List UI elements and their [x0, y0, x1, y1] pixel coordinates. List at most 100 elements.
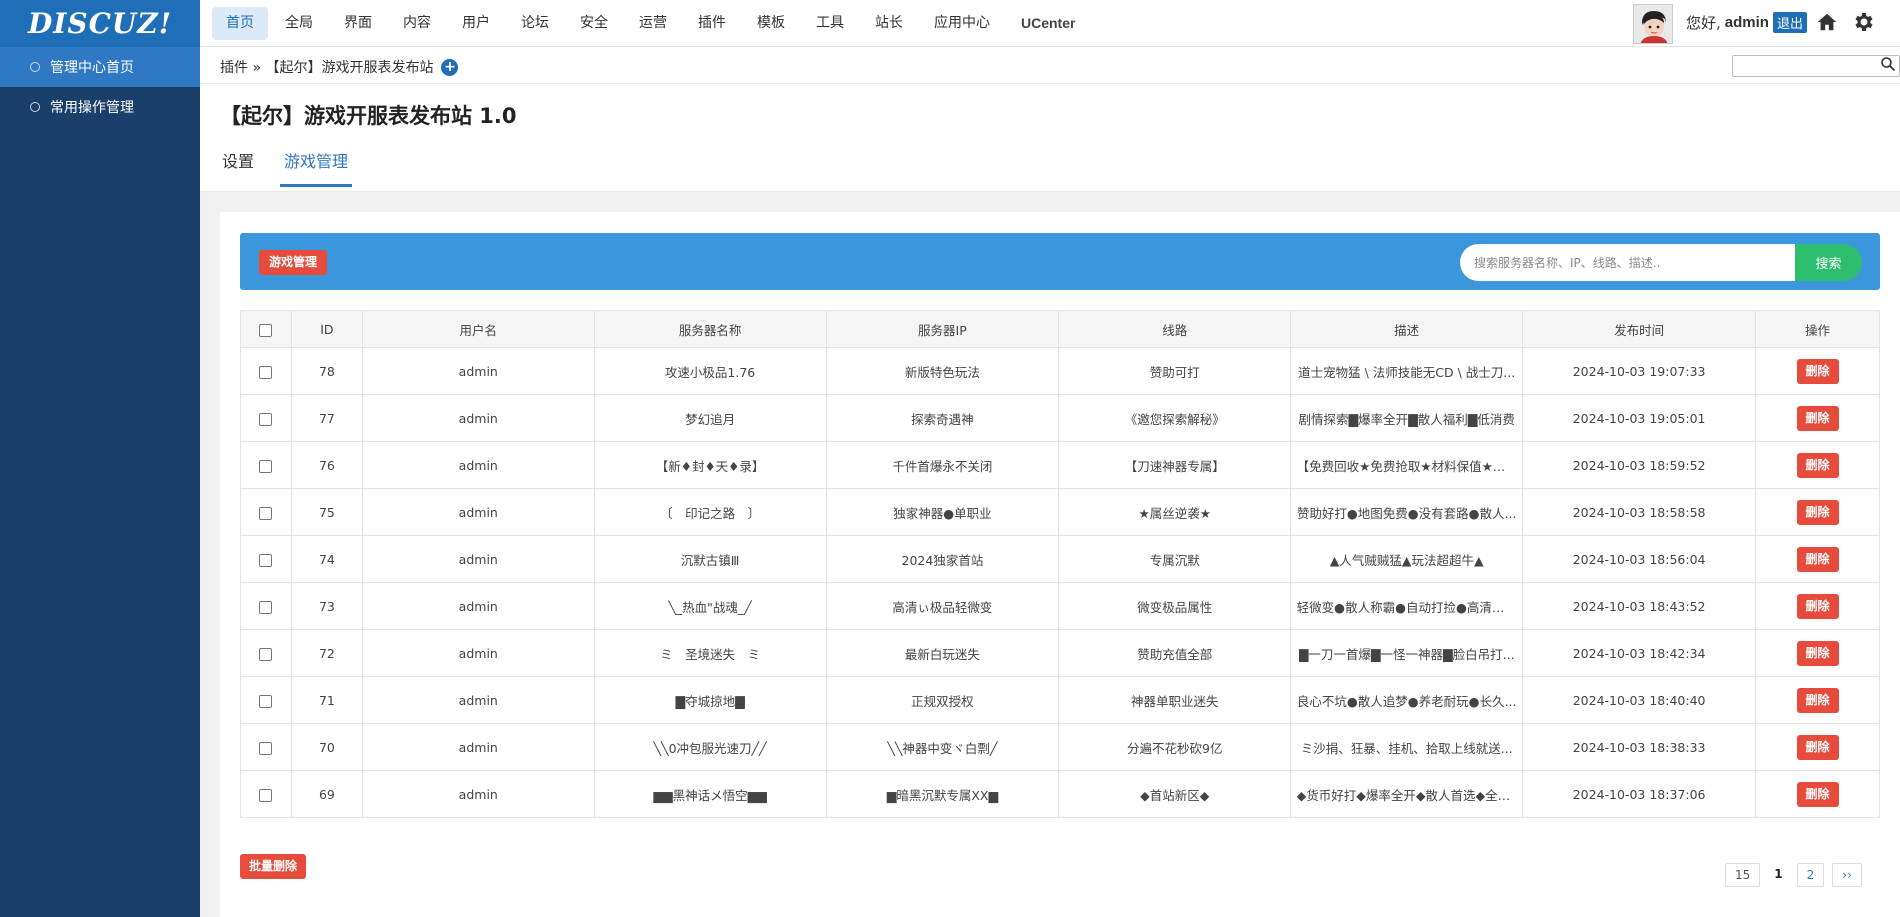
description-text: 道士宠物猛 \ 法师技能无CD \ 战士刀...	[1298, 364, 1516, 380]
delete-button[interactable]: 删除	[1796, 499, 1839, 525]
description-text: 良心不坑●散人追梦●养老耐玩●长久...	[1296, 693, 1517, 709]
table-body: 78 admin 攻速小极品1.76 新版特色玩法 赞助可打 道士宠物猛 \ 法师技能无C…	[240, 347, 1880, 818]
add-shortcut-icon[interactable]: +	[441, 58, 459, 76]
tab-settings[interactable]: 设置	[220, 148, 256, 187]
delete-button[interactable]: 删除	[1796, 593, 1839, 619]
gear-icon[interactable]	[1851, 10, 1875, 34]
row-select-cell	[240, 535, 292, 583]
row-checkbox[interactable]	[259, 694, 273, 708]
desc-cell: 【免费回收★免费抢取★材料保值★装...	[1290, 441, 1524, 489]
line-cell: ◆首站新区◆	[1058, 770, 1292, 818]
header-select-all	[240, 310, 292, 348]
row-checkbox[interactable]	[259, 365, 273, 379]
line-cell: 神器单职业迷失	[1058, 676, 1292, 724]
pagination-next[interactable]: ››	[1832, 863, 1862, 887]
desc-cell: 剧情探索▇爆率全开▇散人福利▇低消费	[1290, 394, 1524, 442]
section-label: 游戏管理	[259, 250, 328, 275]
username-cell: admin	[361, 488, 595, 536]
row-select-cell	[240, 770, 292, 818]
nav-ucenter[interactable]: UCenter	[1007, 7, 1089, 40]
delete-button[interactable]: 删除	[1796, 358, 1839, 384]
discuz-logo[interactable]: DISCUZ!	[0, 0, 200, 47]
nav-forum[interactable]: 论坛	[507, 7, 563, 40]
row-checkbox[interactable]	[259, 600, 273, 614]
username-cell: admin	[361, 394, 595, 442]
line-cell: 《邀您探索解秘》	[1058, 394, 1292, 442]
row-checkbox[interactable]	[259, 647, 273, 661]
sidebar-item-admin-home[interactable]: 管理中心首页	[0, 47, 200, 87]
table-row: 78 admin 攻速小极品1.76 新版特色玩法 赞助可打 道士宠物猛 \ 法师技能无C…	[240, 347, 1880, 395]
publish-time-cell: 2024-10-03 18:38:33	[1522, 723, 1757, 771]
row-checkbox[interactable]	[259, 506, 273, 520]
publish-time-cell: 2024-10-03 18:40:40	[1522, 676, 1757, 724]
nav-user[interactable]: 用户	[448, 7, 504, 40]
column-header: 服务器IP	[825, 310, 1060, 348]
row-checkbox[interactable]	[259, 412, 273, 426]
username-cell: admin	[361, 347, 595, 395]
row-checkbox[interactable]	[259, 459, 273, 473]
home-icon[interactable]	[1816, 11, 1838, 33]
nav-home[interactable]: 首页	[212, 7, 268, 40]
row-checkbox[interactable]	[259, 788, 273, 802]
nav-plugin[interactable]: 插件	[684, 7, 740, 40]
nav-founder[interactable]: 站长	[861, 7, 917, 40]
server-ip-cell: 2024独家首站	[825, 535, 1060, 583]
publish-time-cell: 2024-10-03 19:07:33	[1522, 347, 1757, 395]
nav-content[interactable]: 内容	[389, 7, 445, 40]
id-cell: 72	[290, 629, 363, 677]
avatar[interactable]	[1633, 4, 1673, 44]
select-all-checkbox[interactable]	[259, 323, 273, 337]
table-row: 70 admin ╲╲0冲包服光速刀╱╱ ╲╲神器中变ヾ白剽╱ 分遍不花秒砍9亿 ミ沙捐、…	[240, 723, 1880, 771]
pagination-current-page: 1	[1768, 863, 1789, 887]
nav-template[interactable]: 模板	[743, 7, 799, 40]
server-search-input[interactable]	[1460, 244, 1795, 281]
row-checkbox[interactable]	[259, 553, 273, 567]
server-ip-cell: 千件首爆永不关闭	[825, 441, 1060, 489]
delete-button[interactable]: 删除	[1796, 546, 1839, 572]
nav-tools[interactable]: 工具	[802, 7, 858, 40]
line-cell: ★属丝逆袭★	[1058, 488, 1292, 536]
publish-time-cell: 2024-10-03 18:59:52	[1522, 441, 1757, 489]
nav-safe[interactable]: 安全	[566, 7, 622, 40]
table-row: 73 admin ╲_热血"战魂_╱ 高清ぃ极品轻微变 微变极品属性 轻微变●散人称霸●自…	[240, 582, 1880, 630]
delete-button[interactable]: 删除	[1796, 734, 1839, 760]
desc-cell: ▲人气贼贼猛▲玩法超超牛▲	[1290, 535, 1524, 583]
batch-delete-button[interactable]: 批量删除	[240, 854, 307, 879]
table-row: 72 admin ミ 圣境迷失 ミ最新白玩迷失 赞助充值全部 ▇一刀一首爆▇一怪一神器▇…	[240, 629, 1880, 677]
logout-link[interactable]: 退出	[1772, 12, 1807, 33]
delete-button[interactable]: 删除	[1796, 405, 1839, 431]
row-checkbox[interactable]	[259, 741, 273, 755]
column-header: ID	[290, 310, 363, 348]
server-name-cell: 梦幻追月	[593, 394, 827, 442]
description-text: 【免费回收★免费抢取★材料保值★装...	[1296, 458, 1517, 474]
server-ip-cell: 正规双授权	[825, 676, 1060, 724]
delete-button[interactable]: 删除	[1796, 452, 1839, 478]
sidebar-item-common-ops[interactable]: 常用操作管理	[0, 87, 200, 127]
delete-button[interactable]: 删除	[1796, 781, 1839, 807]
delete-button[interactable]: 删除	[1796, 640, 1839, 666]
row-select-cell	[240, 347, 292, 395]
row-select-cell	[240, 629, 292, 677]
delete-button[interactable]: 删除	[1796, 687, 1839, 713]
search-button[interactable]: 搜索	[1795, 244, 1862, 281]
username-cell: admin	[361, 535, 595, 583]
row-select-cell	[240, 488, 292, 536]
username-cell: admin	[361, 723, 595, 771]
sidebar: 管理中心首页 常用操作管理	[0, 47, 200, 917]
username-cell: admin	[361, 582, 595, 630]
action-cell: 删除	[1755, 770, 1880, 818]
top-header: DISCUZ! 首页 全局 界面 内容 用户 论坛 安全 运营 插件 模板 工具…	[0, 0, 1900, 47]
desc-cell: ミ沙捐、狂暴、挂机、拾取上线就送...	[1290, 723, 1524, 771]
top-search-input[interactable]	[1732, 55, 1900, 77]
action-cell: 删除	[1755, 723, 1880, 771]
tab-bar: 设置 游戏管理	[220, 148, 384, 187]
column-header: 服务器名称	[593, 310, 827, 348]
nav-style[interactable]: 界面	[330, 7, 386, 40]
pagination-page-2[interactable]: 2	[1796, 863, 1825, 887]
action-cell: 删除	[1755, 535, 1880, 583]
tab-game-management[interactable]: 游戏管理	[280, 148, 353, 187]
search-icon[interactable]	[1880, 56, 1896, 72]
nav-extended[interactable]: 运营	[625, 7, 681, 40]
nav-global[interactable]: 全局	[271, 7, 327, 40]
nav-app-center[interactable]: 应用中心	[920, 7, 1004, 40]
